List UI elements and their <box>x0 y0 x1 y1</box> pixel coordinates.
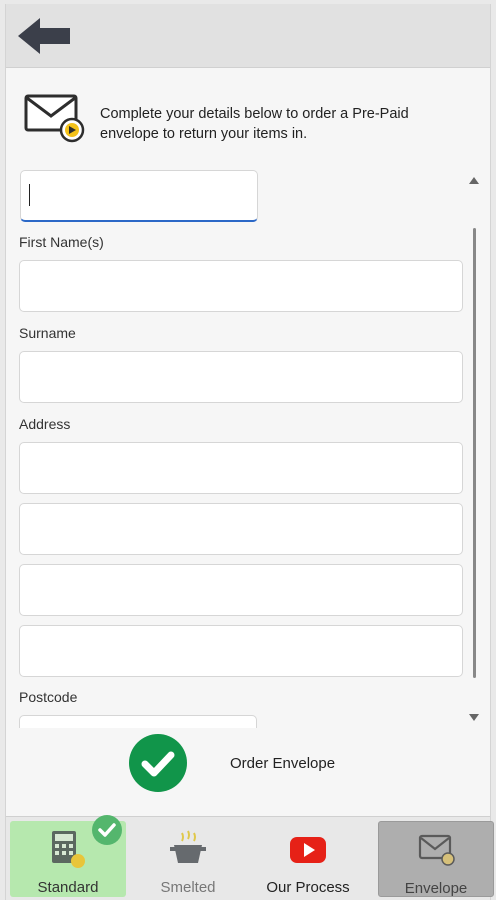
top-bar <box>6 4 490 68</box>
address-line-1-input[interactable] <box>19 442 463 494</box>
surname-label: Surname <box>19 325 76 341</box>
back-button[interactable] <box>16 16 74 56</box>
scroll-up-arrow-icon[interactable] <box>469 177 479 184</box>
first-name-input[interactable] <box>19 260 463 312</box>
youtube-play-icon <box>290 837 326 863</box>
envelope-arrow-icon <box>24 94 85 143</box>
title-input[interactable] <box>20 170 258 222</box>
address-line-3-input[interactable] <box>19 564 463 616</box>
first-name-label: First Name(s) <box>19 234 104 250</box>
check-icon <box>98 823 116 837</box>
order-envelope-label[interactable]: Order Envelope <box>230 755 335 772</box>
tab-smelted[interactable]: Smelted <box>130 821 246 897</box>
tab-our-process[interactable]: Our Process <box>250 821 366 897</box>
tab-envelope-label: Envelope <box>404 880 468 897</box>
app-window: Complete your details below to order a P… <box>5 4 494 900</box>
address-line-2-input[interactable] <box>19 503 463 555</box>
tab-smelted-label: Smelted <box>160 879 216 896</box>
address-label: Address <box>19 416 71 432</box>
postcode-input[interactable] <box>19 715 257 728</box>
calculator-coins-icon <box>52 831 85 868</box>
bottom-tab-bar: Standard Smelted Our Process Envelope <box>6 815 494 900</box>
intro-section: Complete your details below to order a P… <box>24 92 474 148</box>
check-circle-icon <box>141 751 175 777</box>
smelting-pot-icon <box>170 830 206 863</box>
tab-envelope[interactable]: Envelope <box>378 821 494 897</box>
envelope-icon <box>418 834 455 866</box>
scroll-down-arrow-icon[interactable] <box>469 714 479 721</box>
tab-our-process-label: Our Process <box>266 879 350 896</box>
intro-text: Complete your details below to order a P… <box>100 106 409 142</box>
selected-badge <box>92 815 122 845</box>
address-line-4-input[interactable] <box>19 625 463 677</box>
form-scroll-region: First Name(s) Surname Address Postcode <box>16 166 484 728</box>
scrollbar-thumb[interactable] <box>473 228 476 678</box>
text-caret <box>29 184 30 206</box>
order-envelope-button[interactable] <box>129 734 187 792</box>
tab-standard[interactable]: Standard <box>10 815 126 897</box>
postcode-label: Postcode <box>19 689 78 705</box>
back-arrow-icon <box>18 18 70 54</box>
tab-standard-label: Standard <box>37 879 99 896</box>
surname-input[interactable] <box>19 351 463 403</box>
